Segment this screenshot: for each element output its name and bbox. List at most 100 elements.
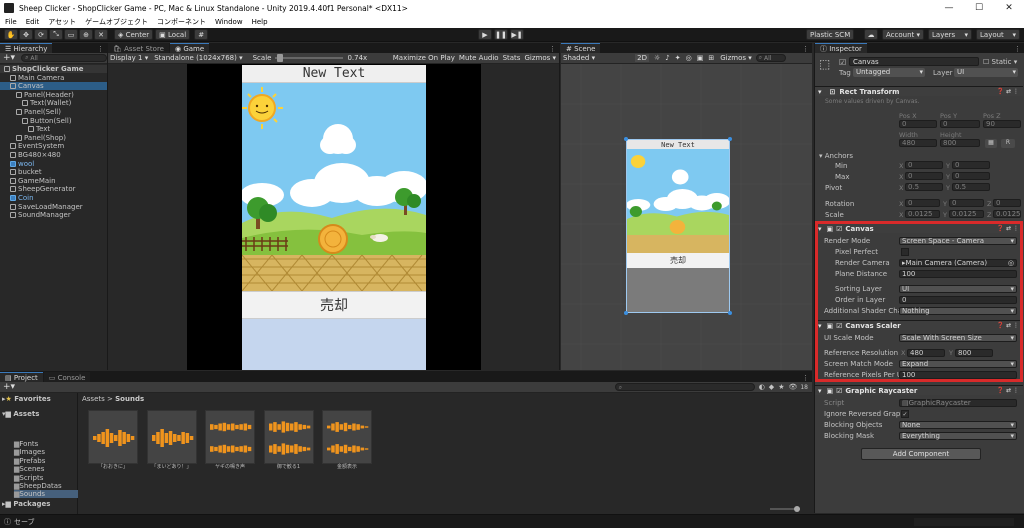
scene-search-input[interactable]: ⌕ All xyxy=(755,54,786,62)
anchor-min-x-field[interactable]: 0 xyxy=(905,161,943,169)
minimize-button[interactable]: — xyxy=(934,3,964,13)
folder-item[interactable]: ▆ SheepDatas xyxy=(14,482,78,490)
anchor-max-x-field[interactable]: 0 xyxy=(905,172,943,180)
audio-asset[interactable] xyxy=(88,410,138,464)
scale-y-field[interactable]: 0.0125 xyxy=(949,210,984,218)
scale-x-field[interactable]: 0.0125 xyxy=(905,210,940,218)
scene-camera-icon[interactable]: ▣ xyxy=(697,54,704,62)
resolution-dropdown[interactable]: Standalone (1024x768) ▾ xyxy=(154,54,242,62)
canvas-scaler-header[interactable]: ▾ ▣ ☑ Canvas Scaler ❓ ⇄ ⋮ xyxy=(815,320,1023,330)
component-menu-icon[interactable]: ❓ ⇄ ⋮ xyxy=(997,225,1019,232)
tab-asset-store[interactable]: 🛍 Asset Store xyxy=(108,43,169,53)
shading-dropdown[interactable]: Shaded ▾ xyxy=(563,54,595,62)
display-dropdown[interactable]: Display 1 ▾ xyxy=(110,54,148,62)
ref-y-field[interactable]: 800 xyxy=(955,348,993,357)
pivot-local-toggle[interactable]: ▣ Local xyxy=(155,29,191,40)
anchors-foldout[interactable]: ▾ Anchors xyxy=(819,152,853,160)
order-field[interactable]: 0 xyxy=(899,295,1017,304)
create-plus-icon[interactable]: +▾ xyxy=(3,53,15,63)
match-dropdown[interactable]: Expand ▾ xyxy=(899,359,1017,368)
mute-audio-toggle[interactable]: Mute Audio xyxy=(459,54,499,62)
tag-dropdown[interactable]: Untagged ▾ xyxy=(853,68,925,77)
stats-toggle[interactable]: Stats xyxy=(503,54,521,62)
hierarchy-item[interactable]: ShopClicker Game xyxy=(0,65,107,73)
panel-menu-icon[interactable]: ⋮ xyxy=(802,374,809,382)
breadcrumb-assets[interactable]: Assets xyxy=(82,395,105,403)
hierarchy-item[interactable]: bucket xyxy=(0,168,107,176)
ref-x-field[interactable]: 480 xyxy=(907,348,945,357)
packages-item[interactable]: ▸ ▆ Packages xyxy=(2,500,50,508)
static-checkbox[interactable]: ☐ xyxy=(983,58,992,66)
canvas-scaler-enabled-checkbox[interactable]: ☑ xyxy=(836,322,842,330)
hierarchy-item[interactable]: Text xyxy=(0,125,107,133)
move-tool-icon[interactable]: ✥ xyxy=(19,29,33,40)
menu-file[interactable]: File xyxy=(5,18,17,26)
lighting-toggle-icon[interactable]: ☼ xyxy=(654,54,660,62)
panel-menu-icon[interactable]: ⋮ xyxy=(97,45,104,53)
panel-menu-icon[interactable]: ⋮ xyxy=(802,45,809,53)
layout-dropdown[interactable]: Layout ▾ xyxy=(976,29,1020,40)
hierarchy-item[interactable]: SheepGenerator xyxy=(0,185,107,193)
canvas-component-header[interactable]: ▾ ▣ ☑ Canvas ❓ ⇄ ⋮ xyxy=(815,223,1023,233)
shader-dropdown[interactable]: Nothing ▾ xyxy=(899,306,1017,315)
object-name-field[interactable]: Canvas xyxy=(849,57,979,66)
rect-transform-header[interactable]: ▾ ⊡ Rect Transform ❓ ⇄ ⋮ xyxy=(815,86,1023,96)
foldout-icon[interactable]: ▾ xyxy=(818,225,822,233)
sell-button[interactable]: 売却 xyxy=(242,291,426,319)
plane-distance-field[interactable]: 100 xyxy=(899,269,1017,278)
hierarchy-item[interactable]: SoundManager xyxy=(0,211,107,219)
transform-tool-icon[interactable]: ⊕ xyxy=(79,29,93,40)
2d-toggle[interactable]: 2D xyxy=(635,54,649,62)
render-camera-field[interactable]: ▸ Main Camera (Camera) ◎ xyxy=(899,258,1017,267)
foldout-icon[interactable]: ▾ xyxy=(818,322,822,330)
step-button[interactable]: ▶❚ xyxy=(510,29,524,40)
raw-edit-button[interactable]: R xyxy=(1001,139,1015,148)
hierarchy-item[interactable]: SaveLoadManager xyxy=(0,203,107,211)
hierarchy-item[interactable]: Button(Sell) xyxy=(0,117,107,125)
maximize-on-play-toggle[interactable]: Maximize On Play xyxy=(393,54,455,62)
breadcrumb-sounds[interactable]: Sounds xyxy=(115,395,144,403)
folder-item[interactable]: ▆ Fonts xyxy=(14,440,78,448)
folder-item[interactable]: ▆ Sounds xyxy=(14,490,78,499)
rect-tool-icon[interactable]: ▭ xyxy=(64,29,78,40)
tab-hierarchy[interactable]: ☰ Hierarchy xyxy=(0,43,53,53)
hidden-packages-icon[interactable]: 👁 xyxy=(788,383,797,391)
scene-gizmos-dropdown[interactable]: Gizmos ▾ xyxy=(720,54,752,62)
ignore-checkbox[interactable]: ✓ xyxy=(901,409,909,418)
favorites-item[interactable]: ▸ ★ Favorites xyxy=(2,395,51,403)
hierarchy-item[interactable]: Main Camera xyxy=(0,74,107,82)
scale-z-field[interactable]: 0.0125 xyxy=(993,210,1021,218)
custom-tool-icon[interactable]: ✕ xyxy=(94,29,108,40)
zoom-slider[interactable] xyxy=(770,506,800,512)
hierarchy-item[interactable]: EventSystem xyxy=(0,142,107,150)
anchor-max-y-field[interactable]: 0 xyxy=(952,172,990,180)
scale-tool-icon[interactable]: ⤡ xyxy=(49,29,63,40)
rotate-tool-icon[interactable]: ⟳ xyxy=(34,29,48,40)
favorite-star-icon[interactable]: ★ xyxy=(778,383,784,391)
height-field[interactable]: 800 xyxy=(940,139,980,147)
pause-button[interactable]: ❚❚ xyxy=(494,29,508,40)
grid-snap-icon[interactable]: # xyxy=(194,29,209,40)
static-toggle[interactable]: ☐ Static ▾ xyxy=(983,58,1017,66)
hierarchy-item[interactable]: Panel(Header) xyxy=(0,91,107,99)
maximize-button[interactable]: ☐ xyxy=(964,3,994,13)
tab-inspector[interactable]: ⓘ Inspector xyxy=(815,43,867,53)
width-field[interactable]: 480 xyxy=(899,139,937,147)
audio-asset[interactable] xyxy=(205,410,255,464)
blueprint-button[interactable]: ▦ xyxy=(985,139,997,148)
folder-item[interactable]: ▆ Scripts xyxy=(14,474,78,482)
sorting-layer-dropdown[interactable]: UI ▾ xyxy=(899,284,1017,293)
collab-cloud-icon[interactable]: ☁ xyxy=(864,29,878,40)
project-search-input[interactable]: ⌕ xyxy=(614,383,755,391)
menu-help[interactable]: Help xyxy=(252,18,268,26)
foldout-icon[interactable]: ▾ xyxy=(818,88,822,96)
canvas-enabled-checkbox[interactable]: ☑ xyxy=(836,225,842,233)
object-picker-icon[interactable]: ◎ xyxy=(1008,259,1014,267)
rect-handle[interactable] xyxy=(624,311,628,315)
scene-viewport[interactable]: New Text 売却 xyxy=(561,64,812,370)
pivot-x-field[interactable]: 0.5 xyxy=(905,183,943,191)
filter-type-icon[interactable]: ◐ xyxy=(759,383,765,391)
audio-asset[interactable] xyxy=(322,410,372,464)
folder-item[interactable]: ▆ Scenes xyxy=(14,465,78,473)
add-component-button[interactable]: Add Component xyxy=(861,448,981,460)
